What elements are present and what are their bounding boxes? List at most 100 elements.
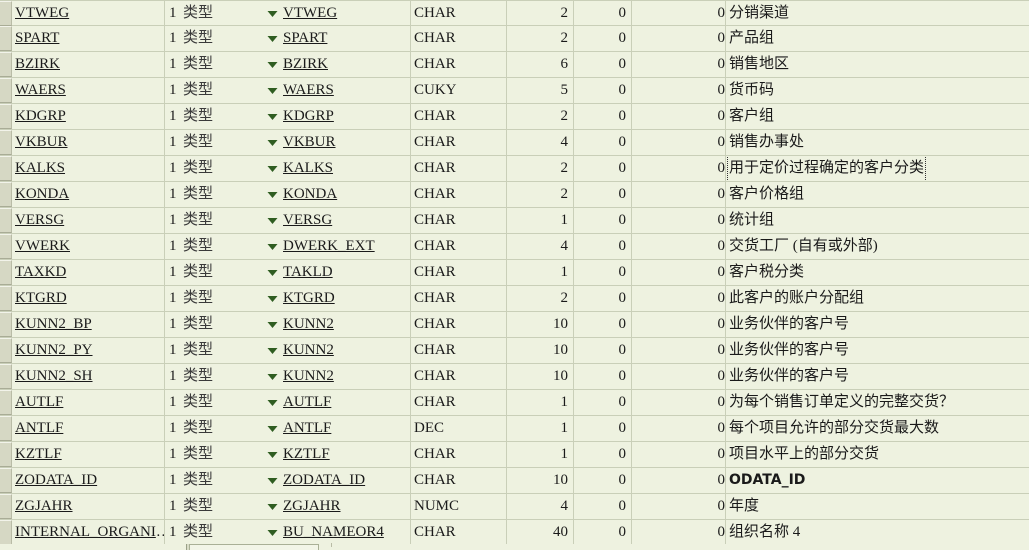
- cell-data-type[interactable]: CHAR: [411, 156, 507, 181]
- table-row[interactable]: VWERK 1 类型 DWERK_EXT CHAR 4 0 0 交货工厂 (自有或外部): [0, 234, 1029, 260]
- row-selector[interactable]: [0, 338, 12, 363]
- cell-description[interactable]: 业务伙伴的客户号: [726, 364, 1029, 389]
- row-selector[interactable]: [0, 312, 12, 337]
- cell-output-length[interactable]: 0: [632, 26, 726, 51]
- cell-field-name[interactable]: SPART: [12, 26, 165, 51]
- data-element-link[interactable]: KALKS: [283, 160, 333, 176]
- cell-output-length[interactable]: 0: [632, 416, 726, 441]
- cell-field-name[interactable]: INTERNAL_ORGANI…: [12, 520, 165, 545]
- cell-type[interactable]: 1 类型 KONDA: [165, 182, 411, 207]
- cell-length[interactable]: 2: [507, 286, 574, 311]
- cell-length[interactable]: 2: [507, 156, 574, 181]
- field-name-link[interactable]: VTWEG: [15, 5, 69, 21]
- data-element-link[interactable]: KUNN2: [283, 342, 334, 358]
- row-selector[interactable]: [0, 52, 12, 77]
- cell-data-type[interactable]: DEC: [411, 416, 507, 441]
- cell-field-name[interactable]: KUNN2_SH: [12, 364, 165, 389]
- data-element-link[interactable]: VKBUR: [283, 134, 336, 150]
- chevron-down-icon[interactable]: [261, 165, 283, 173]
- data-element-link[interactable]: KDGRP: [283, 108, 334, 124]
- field-name-link[interactable]: VERSG: [15, 212, 64, 228]
- chevron-down-icon[interactable]: [261, 191, 283, 199]
- data-element-link[interactable]: BU_NAMEOR4: [283, 524, 384, 540]
- cell-output-length[interactable]: 0: [632, 156, 726, 181]
- cell-field-name[interactable]: KDGRP: [12, 104, 165, 129]
- field-name-link[interactable]: ANTLF: [15, 420, 63, 436]
- cell-field-name[interactable]: ZODATA_ID: [12, 468, 165, 493]
- row-selector[interactable]: [0, 390, 12, 415]
- table-row[interactable]: KDGRP 1 类型 KDGRP CHAR 2 0 0 客户组: [0, 104, 1029, 130]
- table-row[interactable]: KZTLF 1 类型 KZTLF CHAR 1 0 0 项目水平上的部分交货: [0, 442, 1029, 468]
- cell-decimals[interactable]: 0: [574, 78, 632, 103]
- field-definition-table[interactable]: VTWEG 1 类型 VTWEG CHAR 2 0 0 分销渠道 SPART 1 类型 SPART CHA…: [0, 0, 1029, 550]
- cell-type[interactable]: 1 类型 ANTLF: [165, 416, 411, 441]
- cell-type[interactable]: 1 类型 WAERS: [165, 78, 411, 103]
- cell-output-length[interactable]: 0: [632, 338, 726, 363]
- cell-description[interactable]: 年度: [726, 494, 1029, 519]
- cell-length[interactable]: 10: [507, 312, 574, 337]
- row-selector[interactable]: [0, 416, 12, 441]
- field-name-link[interactable]: BZIRK: [15, 56, 60, 72]
- bottom-input-partial[interactable]: [189, 544, 319, 550]
- field-name-link[interactable]: KUNN2_SH: [15, 368, 93, 384]
- cell-type[interactable]: 1 类型 DWERK_EXT: [165, 234, 411, 259]
- cell-description[interactable]: 客户税分类: [726, 260, 1029, 285]
- cell-data-type[interactable]: CHAR: [411, 234, 507, 259]
- chevron-down-icon[interactable]: [261, 399, 283, 407]
- cell-output-length[interactable]: 0: [632, 1, 726, 26]
- chevron-down-icon[interactable]: [261, 87, 283, 95]
- row-selector[interactable]: [0, 260, 12, 285]
- cell-description[interactable]: 组织名称 4: [726, 520, 1029, 545]
- cell-output-length[interactable]: 0: [632, 520, 726, 545]
- cell-description[interactable]: 货币码: [726, 78, 1029, 103]
- data-element-link[interactable]: KTGRD: [283, 290, 335, 306]
- cell-description[interactable]: 此客户的账户分配组: [726, 286, 1029, 311]
- chevron-down-icon[interactable]: [261, 217, 283, 225]
- cell-decimals[interactable]: 0: [574, 416, 632, 441]
- table-row[interactable]: AUTLF 1 类型 AUTLF CHAR 1 0 0 为每个销售订单定义的完整交货？: [0, 390, 1029, 416]
- cell-type[interactable]: 1 类型 KALKS: [165, 156, 411, 181]
- field-name-link[interactable]: ZODATA_ID: [15, 472, 97, 488]
- cell-decimals[interactable]: 0: [574, 234, 632, 259]
- data-element-link[interactable]: ZODATA_ID: [283, 472, 365, 488]
- cell-type[interactable]: 1 类型 KTGRD: [165, 286, 411, 311]
- field-name-link[interactable]: SPART: [15, 30, 59, 46]
- field-name-link[interactable]: KDGRP: [15, 108, 66, 124]
- chevron-down-icon[interactable]: [261, 477, 283, 485]
- data-element-link[interactable]: ZGJAHR: [283, 498, 341, 514]
- cell-data-type[interactable]: CHAR: [411, 520, 507, 545]
- cell-description[interactable]: 用于定价过程确定的客户分类: [726, 156, 1029, 181]
- table-row[interactable]: KUNN2_BP 1 类型 KUNN2 CHAR 10 0 0 业务伙伴的客户号: [0, 312, 1029, 338]
- cell-field-name[interactable]: TAXKD: [12, 260, 165, 285]
- cell-type[interactable]: 1 类型 SPART: [165, 26, 411, 51]
- cell-decimals[interactable]: 0: [574, 208, 632, 233]
- cell-field-name[interactable]: WAERS: [12, 78, 165, 103]
- cell-data-type[interactable]: CHAR: [411, 312, 507, 337]
- cell-description[interactable]: 为每个销售订单定义的完整交货？: [726, 390, 1029, 415]
- cell-type[interactable]: 1 类型 ZODATA_ID: [165, 468, 411, 493]
- cell-decimals[interactable]: 0: [574, 338, 632, 363]
- chevron-down-icon[interactable]: [261, 139, 283, 147]
- row-selector[interactable]: [0, 364, 12, 389]
- cell-type[interactable]: 1 类型 KUNN2: [165, 338, 411, 363]
- row-selector[interactable]: [0, 182, 12, 207]
- field-name-link[interactable]: KONDA: [15, 186, 69, 202]
- cell-description[interactable]: 销售办事处: [726, 130, 1029, 155]
- cell-type[interactable]: 1 类型 VKBUR: [165, 130, 411, 155]
- cell-type[interactable]: 1 类型 AUTLF: [165, 390, 411, 415]
- field-name-link[interactable]: VWERK: [15, 238, 70, 254]
- row-selector[interactable]: [0, 234, 12, 259]
- cell-length[interactable]: 1: [507, 260, 574, 285]
- cell-field-name[interactable]: VTWEG: [12, 1, 165, 26]
- cell-decimals[interactable]: 0: [574, 390, 632, 415]
- cell-type[interactable]: 1 类型 TAKLD: [165, 260, 411, 285]
- cell-length[interactable]: 2: [507, 182, 574, 207]
- cell-decimals[interactable]: 0: [574, 520, 632, 545]
- cell-length[interactable]: 5: [507, 78, 574, 103]
- cell-type[interactable]: 1 类型 VERSG: [165, 208, 411, 233]
- cell-field-name[interactable]: AUTLF: [12, 390, 165, 415]
- cell-decimals[interactable]: 0: [574, 442, 632, 467]
- data-element-link[interactable]: ANTLF: [283, 420, 331, 436]
- chevron-down-icon[interactable]: [261, 529, 283, 537]
- cell-description[interactable]: 统计组: [726, 208, 1029, 233]
